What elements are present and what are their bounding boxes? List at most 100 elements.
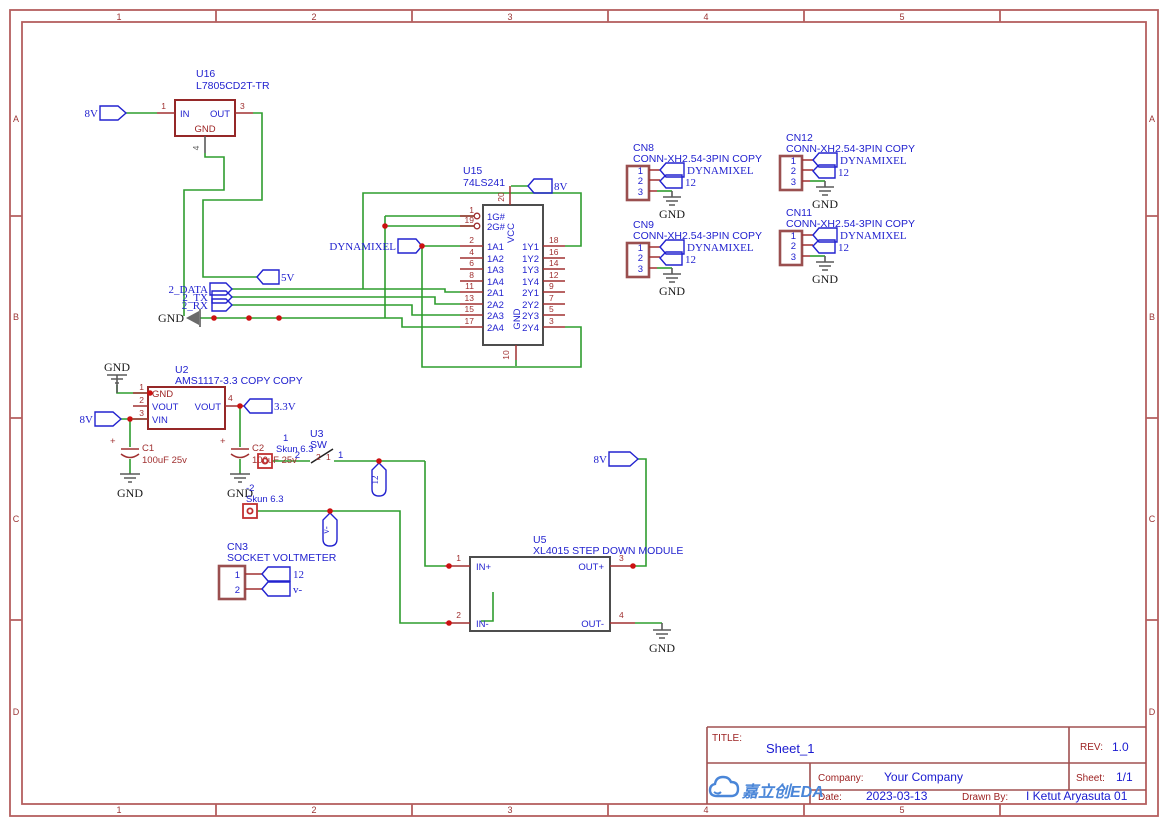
netflag-label[interactable]: 12	[838, 242, 849, 254]
netflag-8v-u16[interactable]: 8V	[85, 105, 128, 121]
wire-2tx[interactable]	[232, 296, 460, 305]
netflag-8v-mid[interactable]: 8V	[594, 451, 640, 467]
netflag-icon[interactable]	[397, 238, 423, 254]
component-pad2[interactable]: -2 Skun 6.3	[242, 483, 284, 519]
netflag-vminus-cn3[interactable]: v-	[261, 581, 303, 597]
wire-u5-inner-stub[interactable]	[481, 592, 494, 622]
netflag-label[interactable]: DYNAMIXEL	[687, 165, 754, 177]
netflag-icon[interactable]	[256, 269, 280, 285]
c2-ref[interactable]: C2	[252, 443, 264, 454]
wire-2rx[interactable]	[232, 304, 460, 316]
date-value[interactable]: 2023-03-13	[866, 789, 928, 803]
gnd-label[interactable]: GND	[158, 311, 184, 325]
gnd-label[interactable]: GND	[649, 641, 675, 655]
gnd-label[interactable]: GND	[659, 284, 685, 298]
netflag-label[interactable]: 8V	[85, 108, 99, 120]
netflag-label[interactable]: DYNAMIXEL	[840, 230, 907, 242]
netflag-8v-u2[interactable]: 8V	[80, 411, 123, 427]
u5-type[interactable]: XL4015 STEP DOWN MODULE	[533, 545, 683, 557]
netflag-label[interactable]: 8V	[594, 454, 608, 466]
gnd-label[interactable]: GND	[117, 486, 143, 500]
cn12-type[interactable]: CONN-XH2.54-3PIN COPY	[786, 143, 915, 155]
netflag-icon[interactable]	[527, 178, 553, 194]
component-cn3[interactable]: CN3 SOCKET VOLTMETER 1 2 12 v-	[217, 541, 337, 601]
c1-ref[interactable]: C1	[142, 443, 154, 454]
u16-ref[interactable]: U16	[196, 68, 215, 80]
wire-u16out-5v[interactable]	[202, 112, 263, 278]
netflag-label[interactable]: 12	[685, 254, 696, 266]
c1-value[interactable]: 100uF 25v	[142, 455, 187, 466]
sheet-value[interactable]: 1/1	[1116, 770, 1133, 784]
netflag-icon[interactable]	[94, 411, 123, 427]
ground-icon[interactable]	[107, 374, 127, 393]
wire-sw-u5in[interactable]	[424, 461, 445, 567]
netflag-8v-u15[interactable]: 8V	[527, 178, 568, 194]
gnd-label[interactable]: GND	[812, 272, 838, 286]
u16-type[interactable]: L7805CD2T-TR	[196, 80, 270, 92]
title-block[interactable]: TITLE: Sheet_1 REV: 1.0 Company: Your Co…	[706, 726, 1146, 804]
ground-icon[interactable]	[663, 191, 681, 206]
netflag-vminus-vertical[interactable]: v-	[321, 512, 338, 547]
cn11-type[interactable]: CONN-XH2.54-3PIN COPY	[786, 218, 915, 230]
u15-ref[interactable]: U15	[463, 165, 482, 177]
netflag-5v[interactable]: 5V	[256, 269, 295, 285]
gnd-flag-cn9[interactable]: GND	[659, 268, 685, 298]
netflag-label[interactable]: DYNAMIXEL	[329, 241, 396, 253]
component-u2[interactable]: U2 AMS1117-3.3 COPY COPY 1 2 3 4 GND VOU…	[80, 360, 303, 430]
rev-value[interactable]: 1.0	[1112, 740, 1129, 754]
netflag-icon[interactable]	[243, 398, 273, 414]
wire-bus-2a4[interactable]	[283, 317, 460, 328]
component-cn11[interactable]: CN11 CONN-XH2.54-3PIN COPY 1 2 3 DYNAMIX…	[778, 207, 915, 286]
cn3-type[interactable]: SOCKET VOLTMETER	[227, 552, 337, 564]
wire-2data[interactable]	[232, 288, 460, 293]
netflag-label[interactable]: DYNAMIXEL	[840, 155, 907, 167]
component-c1[interactable]: + C1 100uF 25v GND	[110, 436, 187, 500]
netflag-3v3[interactable]: 3.3V	[243, 398, 296, 414]
netflag-icon[interactable]	[261, 581, 291, 597]
netflag-label[interactable]: 12	[838, 167, 849, 179]
netflag-12-cn3[interactable]: 12	[261, 566, 304, 582]
gnd-flag-u2-top[interactable]: GND	[104, 360, 130, 393]
component-cn8[interactable]: CN8 CONN-XH2.54-3PIN COPY 1 2 3 DYNAMIXE…	[625, 142, 762, 221]
gnd-label[interactable]: GND	[812, 197, 838, 211]
schematic-canvas[interactable]: 1 2 3 4 5 1 2 3 4 5 A B C D A B C D U16 …	[0, 0, 1169, 827]
netflag-dynamixel-u15[interactable]: DYNAMIXEL	[329, 238, 423, 254]
c2-plate-bottom[interactable]	[230, 453, 250, 459]
wires[interactable]	[116, 112, 825, 624]
netflag-icon[interactable]	[608, 451, 640, 467]
gnd-flag-c1[interactable]: GND	[117, 473, 143, 500]
netflag-label[interactable]: v-	[321, 526, 331, 534]
netflag-label[interactable]: DYNAMIXEL	[687, 242, 754, 254]
netflag-label[interactable]: 12	[293, 569, 304, 581]
component-cn9[interactable]: CN9 CONN-XH2.54-3PIN COPY 1 2 3 DYNAMIXE…	[625, 219, 762, 298]
netflag-label[interactable]: 8V	[554, 181, 568, 193]
ground-icon[interactable]	[186, 311, 199, 325]
ground-icon[interactable]	[663, 268, 681, 283]
cn3-body[interactable]	[217, 564, 247, 601]
u2-type[interactable]: AMS1117-3.3 COPY COPY	[175, 375, 303, 387]
component-cn12[interactable]: CN12 CONN-XH2.54-3PIN COPY 1 2 3 DYNAMIX…	[778, 132, 915, 211]
cn8-type[interactable]: CONN-XH2.54-3PIN COPY	[633, 153, 762, 165]
schematic-sheet[interactable]: 1 2 3 4 5 1 2 3 4 5 A B C D A B C D U16 …	[0, 0, 1169, 827]
netflag-label[interactable]: 2_RX	[182, 300, 208, 312]
netflag-label[interactable]: 5V	[281, 272, 295, 284]
netflag-label[interactable]: 3.3V	[274, 401, 296, 413]
pad-icon[interactable]	[242, 503, 258, 519]
gnd-flag-cn12[interactable]: GND	[812, 181, 838, 211]
ground-icon[interactable]	[816, 256, 834, 271]
gnd-flag-cn8[interactable]: GND	[659, 191, 685, 221]
u3-type[interactable]: SW	[310, 439, 327, 451]
gnd-flag-u5[interactable]: GND	[649, 623, 675, 655]
component-u16[interactable]: U16 L7805CD2T-TR IN OUT GND 1 3 4 8V	[85, 68, 270, 153]
netflag-label[interactable]: 12	[370, 476, 380, 485]
ground-icon[interactable]	[653, 623, 671, 639]
c1-plate-bottom[interactable]	[120, 453, 140, 459]
component-u15[interactable]: U15 74LS241 20 VCC 10 GND 1 19 2 4 6 8 1…	[329, 165, 568, 360]
sheet-title[interactable]: Sheet_1	[766, 741, 814, 756]
ground-icon[interactable]	[816, 181, 834, 196]
gnd-label[interactable]: GND	[104, 360, 130, 374]
netflag-label[interactable]: v-	[293, 584, 303, 596]
gnd-flag-cn11[interactable]: GND	[812, 256, 838, 286]
netflag-icon[interactable]	[261, 566, 291, 582]
ground-icon[interactable]	[230, 473, 250, 483]
